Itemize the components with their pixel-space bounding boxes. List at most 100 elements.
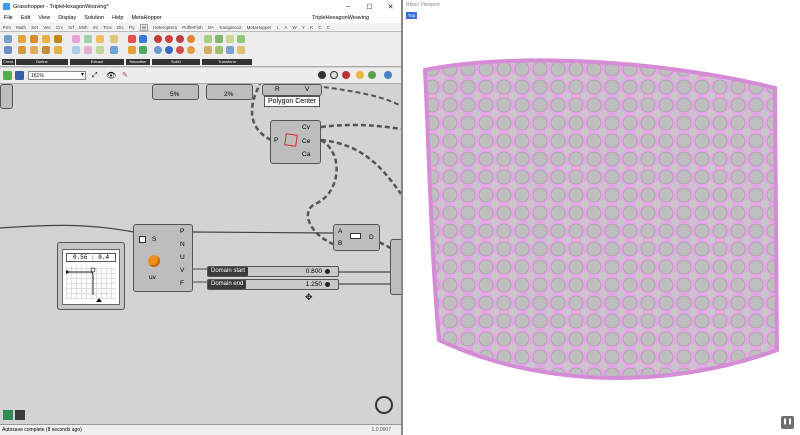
tab-srf[interactable]: Srf: [68, 25, 74, 30]
sketch-pen-icon[interactable]: ✎: [122, 71, 128, 79]
rhino-viewport[interactable]: Rhino Viewport Top ❚❚: [401, 0, 800, 435]
transform-icon-6[interactable]: [215, 46, 223, 54]
tab-k[interactable]: K: [310, 25, 313, 30]
tab-l[interactable]: L: [277, 25, 280, 30]
subd-icon-4[interactable]: [187, 35, 195, 43]
pause-icon[interactable]: ❚❚: [781, 416, 794, 429]
smoother-icon-2[interactable]: [139, 35, 147, 43]
tab-crv[interactable]: Crv: [56, 25, 63, 30]
open-file-icon[interactable]: [3, 71, 12, 80]
slider-domain-start[interactable]: Domain start 0.800: [207, 266, 339, 277]
tab-msh[interactable]: Msh: [79, 25, 88, 30]
define-icon-6[interactable]: [30, 46, 38, 54]
define-icon-2[interactable]: [30, 35, 38, 43]
transform-icon-2[interactable]: [215, 35, 223, 43]
subd-icon-2[interactable]: [165, 35, 173, 43]
tab-c[interactable]: C: [318, 25, 321, 30]
tab-set[interactable]: Set: [31, 25, 38, 30]
extract-icon-4[interactable]: [110, 35, 118, 43]
bake-icon[interactable]: [368, 71, 376, 79]
extract-icon-3[interactable]: [96, 35, 104, 43]
mesh-create-icon[interactable]: [4, 35, 12, 43]
slider-domain-end[interactable]: Domain end 1.250: [207, 279, 339, 290]
subd-icon-7[interactable]: [176, 46, 184, 54]
tab-prm[interactable]: Prm: [3, 25, 11, 30]
tab-w2[interactable]: W: [293, 25, 297, 30]
transform-icon-4[interactable]: [237, 35, 245, 43]
top-node[interactable]: R V: [262, 84, 322, 96]
subd-icon-1[interactable]: [154, 35, 162, 43]
tab-fly[interactable]: Fly: [129, 25, 135, 30]
save-file-icon[interactable]: [15, 71, 24, 80]
extract-icon-1[interactable]: [72, 35, 80, 43]
polygon-center-node[interactable]: P Cv Ce Ca: [270, 120, 321, 164]
partial-node-left[interactable]: [0, 84, 13, 109]
tab-kangaroo2[interactable]: Kangaroo2: [219, 25, 241, 30]
merge-node[interactable]: A B D: [333, 224, 380, 251]
tab-pufferfish[interactable]: PufferFish: [182, 25, 202, 30]
close-icon[interactable]: ✕: [380, 3, 401, 11]
smoother-icon-1[interactable]: [128, 35, 136, 43]
tab-y[interactable]: Y: [302, 25, 305, 30]
zoom-fit-icon[interactable]: ⤢: [92, 72, 98, 80]
graph-mapper-node[interactable]: 0.56 : 0.4: [57, 242, 125, 310]
shaded-mode-icon[interactable]: [342, 71, 350, 79]
menu-view[interactable]: View: [38, 15, 50, 21]
evaluate-surface-node[interactable]: S uv P N U V F: [133, 224, 193, 292]
maximize-icon[interactable]: ☐: [359, 3, 380, 11]
selected-only-icon[interactable]: [356, 71, 364, 79]
wire-mode-icon[interactable]: [330, 71, 338, 79]
menu-edit[interactable]: Edit: [21, 15, 30, 21]
tab-mplus[interactable]: M+: [208, 25, 214, 30]
slider-knob[interactable]: [325, 282, 330, 287]
transform-icon-3[interactable]: [226, 35, 234, 43]
tab-math[interactable]: Math: [16, 25, 26, 30]
partial-node-right[interactable]: [390, 239, 401, 295]
define-icon-7[interactable]: [42, 46, 50, 54]
extract-icon-7[interactable]: [96, 46, 104, 54]
extract-icon-8[interactable]: [110, 46, 118, 54]
define-icon-1[interactable]: [18, 35, 26, 43]
menu-solution[interactable]: Solution: [84, 15, 104, 21]
transform-icon-8[interactable]: [237, 46, 245, 54]
subd-icon-6[interactable]: [165, 46, 173, 54]
subd-icon-5[interactable]: [154, 46, 162, 54]
slider-knob[interactable]: [325, 269, 330, 274]
menu-help[interactable]: Help: [112, 15, 123, 21]
canvas-widget-icon-1[interactable]: [3, 410, 13, 420]
tab-heteroptera[interactable]: Heteroptera: [153, 25, 177, 30]
extract-icon-6[interactable]: [84, 46, 92, 54]
percent-node-left[interactable]: 5%: [152, 84, 199, 100]
navigation-compass-icon[interactable]: [375, 396, 393, 414]
tab-metahopper[interactable]: MetaHopper: [247, 25, 272, 30]
zoom-dropdown[interactable]: 161%: [28, 71, 86, 80]
smoother-icon-4[interactable]: [139, 46, 147, 54]
tab-c2[interactable]: C: [327, 25, 330, 30]
globe-icon[interactable]: [384, 71, 392, 79]
subd-icon-3[interactable]: [176, 35, 184, 43]
define-icon-4[interactable]: [54, 35, 62, 43]
menu-display[interactable]: Display: [58, 15, 76, 21]
canvas-widget-icon-2[interactable]: [15, 410, 25, 420]
define-icon-3[interactable]: [42, 35, 50, 43]
tab-trns[interactable]: Trns: [103, 25, 112, 30]
menu-file[interactable]: File: [4, 15, 13, 21]
tab-dis[interactable]: Dis: [117, 25, 124, 30]
menu-metahopper[interactable]: MetaHopper: [131, 15, 161, 21]
extract-icon-2[interactable]: [84, 35, 92, 43]
define-icon-5[interactable]: [18, 46, 26, 54]
transform-icon-7[interactable]: [226, 46, 234, 54]
percent-node-right[interactable]: 2%: [206, 84, 253, 100]
preview-mode-icon[interactable]: [318, 71, 326, 79]
extract-icon-5[interactable]: [72, 46, 80, 54]
define-icon-8[interactable]: [54, 46, 62, 54]
tab-int[interactable]: Int: [93, 25, 98, 30]
graph-mapper-plot[interactable]: 0.56 : 0.4: [62, 249, 120, 305]
grasshopper-canvas[interactable]: 5% 2% R V Polygon Center P Cv Ce Ca 0.56…: [0, 84, 401, 424]
tab-w-active[interactable]: W: [139, 23, 149, 31]
mesh-box-icon[interactable]: [4, 46, 12, 54]
minimize-icon[interactable]: –: [338, 3, 359, 10]
transform-icon-5[interactable]: [204, 46, 212, 54]
eye-icon[interactable]: 👁: [106, 71, 116, 80]
tab-vec[interactable]: Vec: [43, 25, 51, 30]
